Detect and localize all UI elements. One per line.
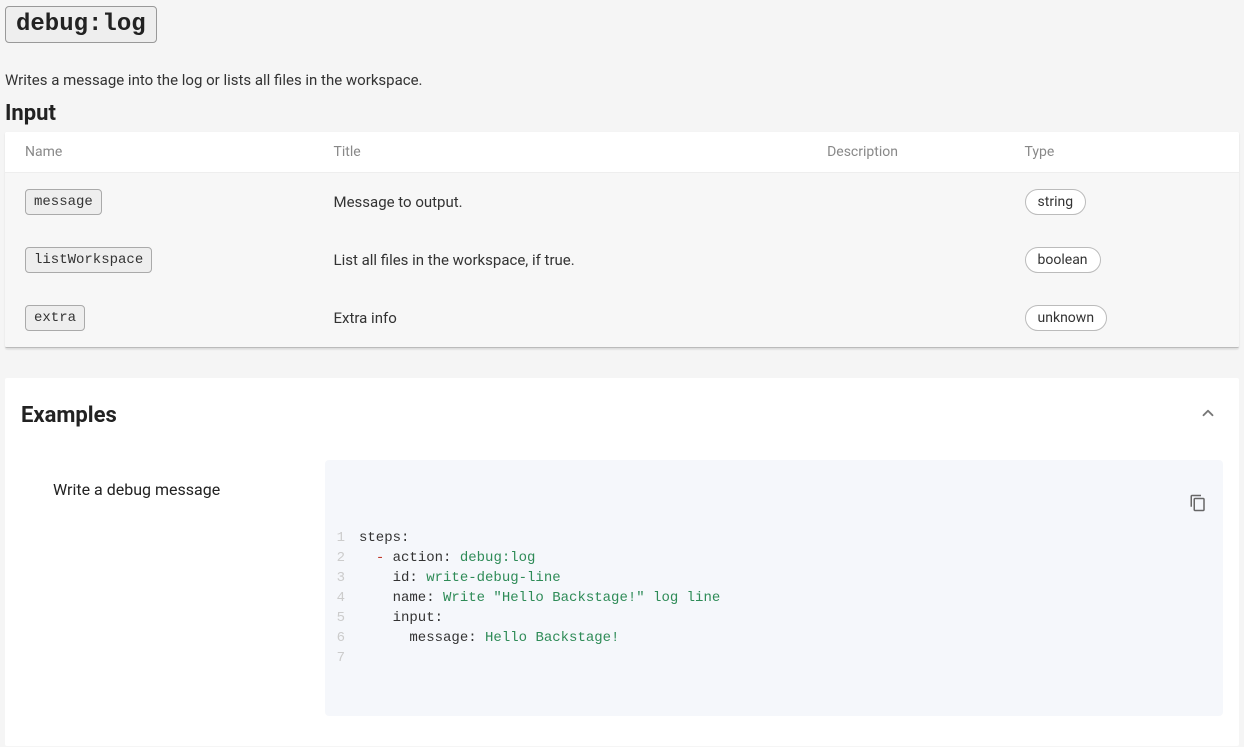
line-number: 4 [325, 588, 359, 608]
line-number: 7 [325, 648, 359, 668]
code-line: 6 message: Hello Backstage! [325, 628, 1211, 648]
line-number: 1 [325, 528, 359, 548]
line-number: 3 [325, 568, 359, 588]
example-label: Write a debug message [21, 460, 301, 499]
code-line: 7 [325, 648, 1211, 668]
code-line: 1steps: [325, 528, 1211, 548]
example-item: Write a debug message 1steps:2 - action:… [21, 460, 1223, 716]
param-type-chip: unknown [1025, 305, 1108, 331]
line-number: 5 [325, 608, 359, 628]
col-header-type: Type [1005, 132, 1239, 173]
line-number: 2 [325, 548, 359, 568]
code-line: 5 input: [325, 608, 1211, 628]
line-number: 6 [325, 628, 359, 648]
param-title: List all files in the workspace, if true… [314, 231, 808, 289]
table-row: listWorkspace List all files in the work… [5, 231, 1239, 289]
action-description: Writes a message into the log or lists a… [5, 71, 1239, 89]
param-title: Extra info [314, 289, 808, 347]
code-content: input: [359, 608, 1211, 628]
input-table-card: Name Title Description Type message Mess… [5, 132, 1239, 348]
table-row: message Message to output. string [5, 173, 1239, 232]
chevron-up-icon [1199, 404, 1217, 422]
param-name-chip: listWorkspace [25, 247, 152, 273]
col-header-name: Name [5, 132, 314, 173]
param-name-chip: extra [25, 305, 85, 331]
param-description [807, 289, 1004, 347]
code-content: id: write-debug-line [359, 568, 1211, 588]
examples-card: Examples Write a debug message 1steps:2 … [5, 378, 1239, 746]
col-header-title: Title [314, 132, 808, 173]
examples-heading: Examples [21, 403, 117, 428]
code-block: 1steps:2 - action: debug:log3 id: write-… [325, 460, 1223, 716]
input-heading: Input [5, 101, 1239, 126]
code-content: message: Hello Backstage! [359, 628, 1211, 648]
param-title: Message to output. [314, 173, 808, 232]
param-name-chip: message [25, 189, 102, 215]
code-content: name: Write "Hello Backstage!" log line [359, 588, 1211, 608]
code-content: - action: debug:log [359, 548, 1211, 568]
code-content: steps: [359, 528, 1211, 548]
input-table: Name Title Description Type message Mess… [5, 132, 1239, 347]
code-content [359, 648, 1211, 668]
collapse-toggle[interactable] [1193, 398, 1223, 432]
action-name-badge: debug:log [5, 6, 157, 43]
param-type-chip: string [1025, 189, 1087, 215]
copy-button[interactable] [1105, 474, 1207, 539]
table-row: extra Extra info unknown [5, 289, 1239, 347]
col-header-description: Description [807, 132, 1004, 173]
param-description [807, 173, 1004, 232]
copy-icon [1189, 494, 1207, 512]
param-description [807, 231, 1004, 289]
param-type-chip: boolean [1025, 247, 1101, 273]
code-line: 2 - action: debug:log [325, 548, 1211, 568]
code-line: 4 name: Write "Hello Backstage!" log lin… [325, 588, 1211, 608]
code-line: 3 id: write-debug-line [325, 568, 1211, 588]
